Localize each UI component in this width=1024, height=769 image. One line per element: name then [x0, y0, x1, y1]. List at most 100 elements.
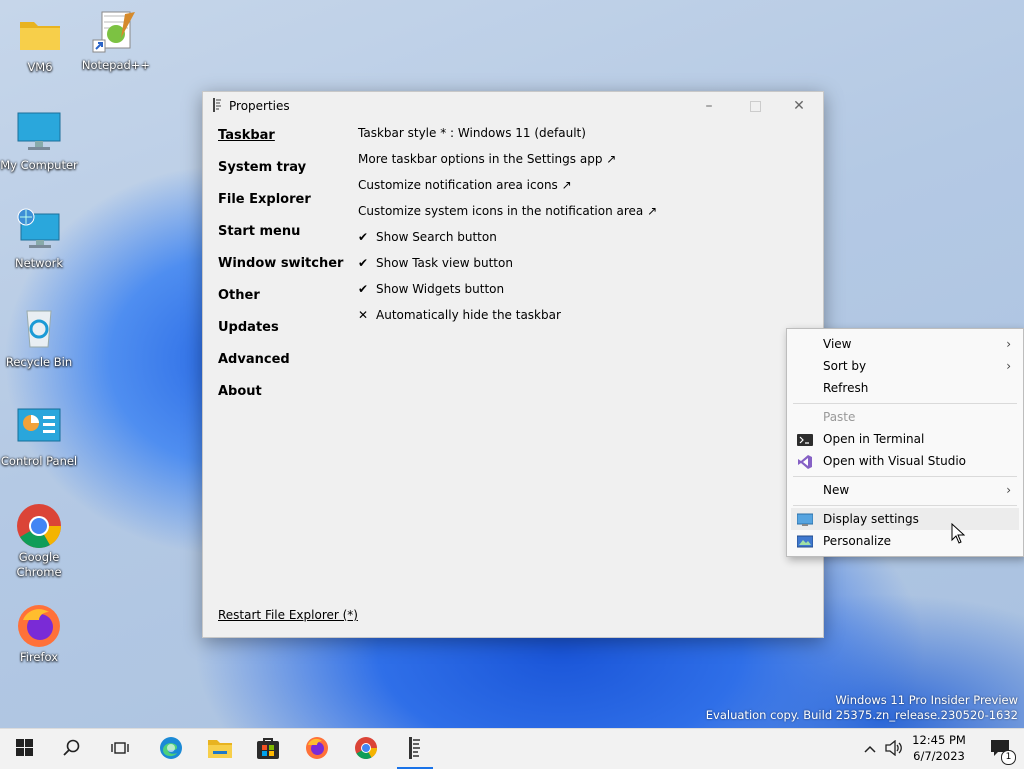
nav-item-updates[interactable]: Updates	[218, 320, 343, 352]
desktop-icon-label: VM6	[27, 60, 53, 74]
option-label: Automatically hide the taskbar	[376, 308, 561, 322]
show-hidden-icons-button[interactable]	[858, 729, 882, 769]
taskbar-file-explorer[interactable]	[196, 729, 244, 769]
menu-item-paste[interactable]: Paste	[791, 406, 1019, 428]
menu-item-label: Display settings	[823, 512, 919, 526]
network-icon	[15, 208, 63, 252]
menu-item-label: Refresh	[823, 381, 869, 395]
desktop-icon-vm6[interactable]: VM6	[1, 12, 79, 75]
properties-app-icon	[212, 98, 223, 112]
maximize-button[interactable]	[732, 92, 778, 120]
menu-item-label: Paste	[823, 410, 856, 424]
nav-item-window-switcher[interactable]: Window switcher	[218, 256, 343, 288]
desktop-icon-label: Network	[14, 256, 64, 270]
search-icon	[63, 739, 81, 760]
menu-separator	[793, 403, 1017, 404]
volume-button[interactable]	[882, 729, 906, 769]
menu-item-new[interactable]: New ›	[791, 479, 1019, 501]
watermark-line-2: Evaluation copy. Build 25375.zn_release.…	[705, 708, 1018, 722]
menu-item-personalize[interactable]: Personalize	[791, 530, 1019, 552]
chevron-up-icon	[864, 742, 876, 756]
menu-item-label: Sort by	[823, 359, 867, 373]
option-label: Customize notification area icons ↗	[358, 178, 572, 192]
option-auto-hide[interactable]: ✕ Automatically hide the taskbar	[358, 307, 657, 333]
title-bar[interactable]: Properties – ✕	[203, 92, 823, 120]
desktop-icon-label: Recycle Bin	[5, 355, 73, 369]
sidebar-nav: Taskbar System tray File Explorer Start …	[218, 128, 343, 416]
desktop-icon-network[interactable]: Network	[0, 208, 78, 271]
desktop-icon-firefox[interactable]: Firefox	[0, 602, 78, 665]
desktop-icon-label: Notepad++	[81, 58, 151, 72]
monitor-icon	[15, 110, 63, 154]
mouse-cursor-icon	[951, 522, 966, 547]
context-menu[interactable]: View › Sort by › Refresh Paste Open in Ter…	[786, 328, 1024, 557]
desktop-icon-notepadpp[interactable]: Notepad++	[77, 10, 155, 73]
taskbar: 12:45 PM 6/7/2023 1	[0, 728, 1024, 769]
nav-item-other[interactable]: Other	[218, 288, 343, 320]
menu-item-refresh[interactable]: Refresh	[791, 377, 1019, 399]
nav-item-file-explorer[interactable]: File Explorer	[218, 192, 343, 224]
menu-separator	[793, 476, 1017, 477]
properties-window[interactable]: Properties – ✕ Taskbar System tray File …	[202, 91, 824, 638]
checkmark-icon: ✔	[358, 282, 369, 296]
chevron-right-icon: ›	[1006, 483, 1011, 497]
menu-item-open-in-terminal[interactable]: Open in Terminal	[791, 428, 1019, 450]
option-label: More taskbar options in the Settings app…	[358, 152, 617, 166]
maximize-icon	[749, 100, 761, 112]
option-settings-link[interactable]: More taskbar options in the Settings app…	[358, 151, 657, 177]
option-show-search[interactable]: ✔ Show Search button	[358, 229, 657, 255]
edge-icon	[159, 736, 183, 763]
close-button[interactable]: ✕	[776, 92, 822, 120]
taskbar-store[interactable]	[244, 729, 292, 769]
firefox-icon	[15, 602, 63, 647]
notification-center-button[interactable]: 1	[976, 729, 1024, 769]
menu-item-label: View	[823, 337, 852, 351]
desktop-icon-my-computer[interactable]: My Computer	[0, 110, 78, 173]
menu-item-display-settings[interactable]: Display settings	[791, 508, 1019, 530]
menu-item-label: Open with Visual Studio	[823, 454, 966, 468]
menu-item-open-with-visual-studio[interactable]: Open with Visual Studio	[791, 450, 1019, 472]
minimize-button[interactable]: –	[686, 92, 732, 120]
chrome-icon	[354, 736, 378, 763]
option-show-widgets[interactable]: ✔ Show Widgets button	[358, 281, 657, 307]
taskbar-edge[interactable]	[147, 729, 195, 769]
nav-item-system-tray[interactable]: System tray	[218, 160, 343, 192]
clock-date: 6/7/2023	[913, 749, 965, 763]
search-button[interactable]	[48, 729, 96, 769]
desktop-icon-label: Google Chrome	[16, 550, 62, 579]
close-icon: ✕	[793, 98, 805, 114]
control-panel-icon	[15, 406, 63, 450]
checkmark-icon: ✔	[358, 256, 369, 270]
start-button[interactable]	[0, 729, 48, 769]
task-view-button[interactable]	[96, 729, 144, 769]
checkmark-icon: ✔	[358, 230, 369, 244]
nav-item-about[interactable]: About	[218, 384, 343, 416]
taskbar-firefox[interactable]	[293, 729, 341, 769]
option-notification-icons-link[interactable]: Customize notification area icons ↗	[358, 177, 657, 203]
taskbar-properties[interactable]	[391, 729, 439, 769]
desktop-icon-google-chrome[interactable]: Google Chrome	[0, 502, 78, 580]
menu-item-view[interactable]: View ›	[791, 333, 1019, 355]
taskbar-options: Taskbar style * : Windows 11 (default) M…	[358, 125, 657, 333]
desktop-icon-label: Control Panel	[0, 454, 78, 468]
chrome-icon	[15, 502, 63, 548]
nav-item-advanced[interactable]: Advanced	[218, 352, 343, 384]
nav-item-start-menu[interactable]: Start menu	[218, 224, 343, 256]
desktop-icon-control-panel[interactable]: Control Panel	[0, 406, 78, 469]
notepadpp-icon	[92, 10, 140, 54]
taskbar-chrome[interactable]	[342, 729, 390, 769]
cross-icon: ✕	[358, 308, 369, 322]
visual-studio-icon	[797, 454, 813, 469]
option-system-icons-link[interactable]: Customize system icons in the notificati…	[358, 203, 657, 229]
desktop-icon-recycle-bin[interactable]: Recycle Bin	[0, 307, 78, 370]
display-icon	[796, 512, 814, 526]
taskbar-clock[interactable]: 12:45 PM 6/7/2023	[906, 732, 972, 764]
desktop[interactable]: VM6 Notepad++ My Computer Network Recycl…	[0, 0, 1024, 728]
nav-item-taskbar[interactable]: Taskbar	[218, 128, 343, 160]
option-label: Show Search button	[376, 230, 497, 244]
menu-item-sort-by[interactable]: Sort by ›	[791, 355, 1019, 377]
desktop-icon-label: Firefox	[19, 650, 59, 664]
restart-explorer-link[interactable]: Restart File Explorer (*)	[218, 608, 358, 622]
option-taskbar-style[interactable]: Taskbar style * : Windows 11 (default)	[358, 125, 657, 151]
option-show-task-view[interactable]: ✔ Show Task view button	[358, 255, 657, 281]
